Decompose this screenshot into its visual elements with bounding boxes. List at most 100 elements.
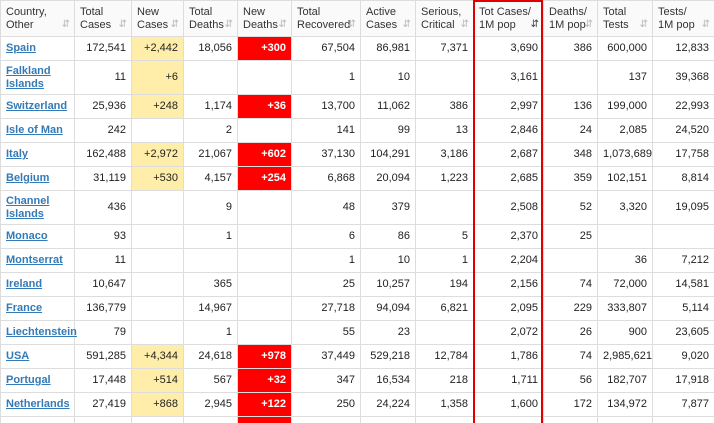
- active-cases-cell: 11,062: [360, 94, 416, 119]
- deaths-1m-cell: 52: [543, 190, 598, 225]
- tests-1m-cell: 7,877: [652, 392, 714, 417]
- sort-icon[interactable]: ⇵: [585, 18, 593, 31]
- deaths-1m-cell: 24: [543, 118, 598, 143]
- country-cell: Falkland Islands: [0, 60, 75, 95]
- total-cases-cell: 242: [74, 118, 132, 143]
- column-header-label: Cases: [366, 19, 398, 31]
- country-link[interactable]: France: [6, 302, 42, 314]
- column-header-country[interactable]: Country, Other ⇵: [0, 0, 75, 37]
- total-recovered-cell: 27,718: [291, 296, 361, 321]
- column-header-label: Total: [297, 6, 321, 18]
- serious-critical-cell: 13: [415, 118, 474, 143]
- total-cases-cell: 136,779: [74, 296, 132, 321]
- sort-icon[interactable]: ⇵: [461, 18, 469, 31]
- tot-cases-1m-cell: 2,204: [473, 248, 544, 273]
- column-header-tests-per-1m[interactable]: Tests/1M pop ⇵: [652, 0, 714, 37]
- active-cases-cell: 10,257: [360, 272, 416, 297]
- total-deaths-cell: 4,157: [183, 166, 238, 191]
- country-link[interactable]: Netherlands: [6, 398, 70, 410]
- country-link[interactable]: Channel Islands: [6, 195, 49, 220]
- country-link[interactable]: Liechtenstein: [6, 326, 77, 338]
- total-cases-cell: 591,285: [74, 344, 132, 369]
- sort-icon[interactable]: ⇵: [119, 18, 127, 31]
- sort-icon[interactable]: ⇵: [640, 18, 648, 31]
- tests-1m-cell: 19,095: [652, 190, 714, 225]
- active-cases-cell: 10: [360, 248, 416, 273]
- sort-icon[interactable]: ⇵: [225, 18, 233, 31]
- total-tests-cell: [597, 416, 653, 423]
- country-link[interactable]: Ireland: [6, 278, 42, 290]
- total-tests-cell: 333,807: [597, 296, 653, 321]
- country-link[interactable]: Spain: [6, 42, 36, 54]
- serious-critical-cell: [415, 190, 474, 225]
- column-header-label: Tot Cases/: [479, 6, 531, 18]
- column-header-label: Deaths/: [549, 6, 587, 18]
- total-deaths-cell: 1: [183, 320, 238, 345]
- total-tests-cell: 900: [597, 320, 653, 345]
- country-link[interactable]: Falkland Islands: [6, 65, 51, 90]
- total-deaths-cell: 2: [183, 118, 238, 143]
- sort-icon[interactable]: ⇵: [702, 18, 710, 31]
- total-recovered-cell: 6,868: [291, 166, 361, 191]
- covid-table-view: Country, Other ⇵ Total Cases ⇵ New Cases ⇵ Total D…: [0, 0, 714, 423]
- column-header-tot-cases-per-1m[interactable]: Tot Cases/1M pop ⇵: [473, 0, 544, 37]
- table-row: Belgium 31,119 +530 4,157 +254 6,868 20,094 1,2…: [0, 166, 714, 191]
- total-deaths-cell: 2,945: [183, 392, 238, 417]
- tot-cases-1m-cell: 2,846: [473, 118, 544, 143]
- total-tests-cell: 1,073,689: [597, 142, 653, 167]
- total-recovered-cell: 37,449: [291, 344, 361, 369]
- new-deaths-cell: +300: [237, 36, 292, 61]
- country-link[interactable]: Montserrat: [6, 254, 63, 266]
- country-cell: USA: [0, 344, 75, 369]
- country-cell: [0, 416, 75, 423]
- total-recovered-cell: 1: [291, 60, 361, 95]
- country-link[interactable]: Belgium: [6, 172, 49, 184]
- country-cell: Montserrat: [0, 248, 75, 273]
- new-deaths-cell: +32: [237, 368, 292, 393]
- country-link[interactable]: USA: [6, 350, 29, 362]
- column-header-total-tests[interactable]: Total Tests ⇵: [597, 0, 653, 37]
- column-header-total-cases[interactable]: Total Cases ⇵: [74, 0, 132, 37]
- column-header-total-deaths[interactable]: Total Deaths ⇵: [183, 0, 238, 37]
- tot-cases-1m-cell: 2,156: [473, 272, 544, 297]
- new-deaths-cell: +36: [237, 94, 292, 119]
- sort-icon[interactable]: ⇵: [171, 18, 179, 31]
- total-recovered-cell: 48: [291, 190, 361, 225]
- tot-cases-1m-cell: 2,997: [473, 94, 544, 119]
- total-deaths-cell: [183, 60, 238, 95]
- column-header-deaths-per-1m[interactable]: Deaths/1M pop ⇵: [543, 0, 598, 37]
- sort-icon[interactable]: ⇵: [62, 18, 70, 31]
- country-cell: Channel Islands: [0, 190, 75, 225]
- country-link[interactable]: Isle of Man: [6, 124, 63, 136]
- column-header-label: Tests/: [658, 6, 687, 18]
- sort-icon[interactable]: ⇵: [531, 18, 539, 31]
- country-link[interactable]: Switzerland: [6, 100, 67, 112]
- total-tests-cell: 199,000: [597, 94, 653, 119]
- column-header-active-cases[interactable]: Active Cases ⇵: [360, 0, 416, 37]
- total-recovered-cell: [291, 416, 361, 423]
- deaths-1m-cell: 26: [543, 320, 598, 345]
- column-header-total-recovered[interactable]: Total Recovered ⇵: [291, 0, 361, 37]
- table-row: [0, 416, 714, 423]
- new-deaths-cell: [237, 224, 292, 249]
- sort-icon[interactable]: ⇵: [403, 18, 411, 31]
- country-link[interactable]: Italy: [6, 148, 28, 160]
- total-tests-cell: 182,707: [597, 368, 653, 393]
- total-deaths-cell: 365: [183, 272, 238, 297]
- new-cases-cell: +530: [131, 166, 184, 191]
- column-header-new-deaths[interactable]: New Deaths ⇵: [237, 0, 292, 37]
- country-link[interactable]: Portugal: [6, 374, 51, 386]
- sort-icon[interactable]: ⇵: [279, 18, 287, 31]
- total-cases-cell: 17,448: [74, 368, 132, 393]
- column-header-serious-critical[interactable]: Serious, Critical ⇵: [415, 0, 474, 37]
- table-row: Falkland Islands 11 +6 1 10 3,161 137 39,368: [0, 60, 714, 95]
- tests-1m-cell: 9,020: [652, 344, 714, 369]
- sort-icon[interactable]: ⇵: [348, 18, 356, 31]
- column-header-new-cases[interactable]: New Cases ⇵: [131, 0, 184, 37]
- serious-critical-cell: 194: [415, 272, 474, 297]
- country-link[interactable]: Monaco: [6, 230, 48, 242]
- tot-cases-1m-cell: 1,600: [473, 392, 544, 417]
- column-header-label: Total: [603, 6, 627, 18]
- header-row: Country, Other ⇵ Total Cases ⇵ New Cases ⇵ Total D…: [0, 0, 714, 37]
- deaths-1m-cell: [543, 60, 598, 95]
